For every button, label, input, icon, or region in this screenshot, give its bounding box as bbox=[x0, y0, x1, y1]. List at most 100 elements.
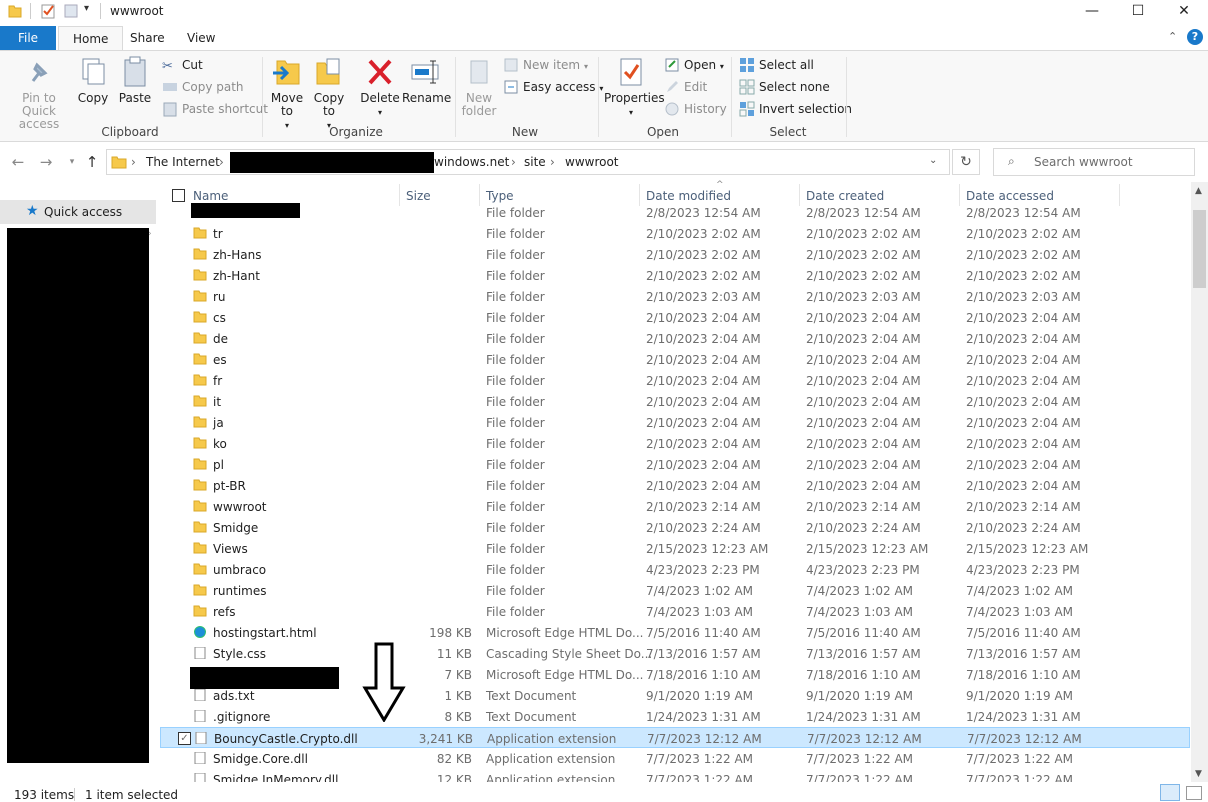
open-button[interactable]: Open ▾ bbox=[664, 55, 724, 75]
file-date-created: 2/10/2023 2:04 AM bbox=[806, 353, 921, 367]
column-name[interactable]: Name bbox=[193, 189, 228, 203]
history-button[interactable]: History bbox=[664, 99, 727, 119]
column-divider[interactable] bbox=[639, 184, 640, 206]
maximize-button[interactable]: ☐ bbox=[1115, 0, 1161, 22]
file-row[interactable]: Smidge File folder 2/10/2023 2:24 AM 2/10/2… bbox=[160, 517, 1190, 538]
file-row[interactable]: es File folder 2/10/2023 2:04 AM 2/10/2023 … bbox=[160, 349, 1190, 370]
cut-button[interactable]: ✂ Cut bbox=[162, 55, 203, 75]
file-row[interactable]: it File folder 2/10/2023 2:04 AM 2/10/2023 … bbox=[160, 391, 1190, 412]
copy-path-button[interactable]: Copy path bbox=[162, 77, 244, 97]
large-icons-view-icon[interactable] bbox=[1186, 786, 1202, 800]
pin-label: Pin to Quick access bbox=[18, 91, 60, 131]
details-view-icon[interactable] bbox=[1160, 784, 1180, 801]
search-input[interactable]: ⌕ Search wwwroot bbox=[993, 148, 1195, 176]
close-button[interactable]: ✕ bbox=[1161, 0, 1207, 22]
tab-share[interactable]: Share bbox=[116, 26, 179, 50]
column-date-modified[interactable]: Date modified bbox=[646, 189, 731, 203]
file-row[interactable]: pl File folder 2/10/2023 2:04 AM 2/10/2023 … bbox=[160, 454, 1190, 475]
column-divider[interactable] bbox=[399, 184, 400, 206]
edit-button[interactable]: Edit bbox=[664, 77, 707, 97]
file-row[interactable]: fr File folder 2/10/2023 2:04 AM 2/10/2023 … bbox=[160, 370, 1190, 391]
tab-home[interactable]: Home bbox=[58, 26, 124, 50]
file-row[interactable]: tr File folder 2/10/2023 2:02 AM 2/10/2023 … bbox=[160, 223, 1190, 244]
file-row[interactable]: umbraco File folder 4/23/2023 2:23 PM 4/23/… bbox=[160, 559, 1190, 580]
column-date-accessed[interactable]: Date accessed bbox=[966, 189, 1054, 203]
select-all-button[interactable]: Select all bbox=[739, 55, 814, 75]
minimize-button[interactable]: — bbox=[1069, 0, 1115, 22]
column-divider[interactable] bbox=[959, 184, 960, 206]
address-bar[interactable]: › The Internet › windows.net › site › ww… bbox=[106, 149, 950, 175]
easy-access-button[interactable]: Easy access ▾ bbox=[503, 77, 603, 97]
properties-quick-icon[interactable] bbox=[40, 3, 56, 19]
breadcrumb-site[interactable]: site bbox=[524, 155, 546, 169]
scroll-up-icon[interactable]: ▲ bbox=[1195, 186, 1202, 196]
tab-file[interactable]: File bbox=[0, 26, 56, 50]
file-row[interactable]: ✓ BouncyCastle.Crypto.dll 3,241 KB Applicat… bbox=[160, 727, 1190, 748]
select-all-checkbox[interactable] bbox=[172, 189, 185, 202]
column-divider[interactable] bbox=[799, 184, 800, 206]
scroll-down-icon[interactable]: ▼ bbox=[1195, 769, 1202, 779]
file-date-created: 7/4/2023 1:03 AM bbox=[806, 605, 914, 619]
copy-button[interactable]: Copy bbox=[76, 55, 110, 105]
file-row[interactable]: cs File folder 2/10/2023 2:04 AM 2/10/2023 … bbox=[160, 307, 1190, 328]
breadcrumb-host[interactable]: windows.net bbox=[434, 155, 509, 169]
file-row[interactable]: ru File folder 2/10/2023 2:03 AM 2/10/2023 … bbox=[160, 286, 1190, 307]
customize-quick-access-icon[interactable]: ▾ bbox=[84, 3, 89, 19]
paste-button[interactable]: Paste bbox=[118, 55, 152, 105]
file-type: File folder bbox=[486, 395, 545, 409]
scissors-icon: ✂ bbox=[162, 59, 173, 74]
column-divider[interactable] bbox=[1119, 184, 1120, 206]
file-row[interactable]: refs File folder 7/4/2023 1:03 AM 7/4/2023 … bbox=[160, 601, 1190, 622]
pin-to-quick-access-button[interactable]: Pin to Quick access bbox=[6, 55, 72, 131]
row-checkbox[interactable]: ✓ bbox=[178, 732, 191, 745]
column-divider[interactable] bbox=[479, 184, 480, 206]
file-row[interactable]: .gitignore 8 KB Text Document 1/24/2023 1:3… bbox=[160, 706, 1190, 727]
new-folder-button[interactable]: New folder bbox=[460, 55, 498, 118]
file-row[interactable]: Smidge.InMemory.dll 12 KB Application exte… bbox=[160, 769, 1190, 782]
file-row[interactable]: ja File folder 2/10/2023 2:04 AM 2/10/2023 … bbox=[160, 412, 1190, 433]
new-folder-quick-icon[interactable] bbox=[64, 3, 78, 19]
up-arrow-icon[interactable]: ↑ bbox=[82, 152, 102, 172]
file-type: File folder bbox=[486, 332, 545, 346]
move-to-button[interactable]: Move to ▾ bbox=[270, 55, 304, 132]
file-row[interactable]: zh-Hant File folder 2/10/2023 2:02 AM 2/10/… bbox=[160, 265, 1190, 286]
delete-button[interactable]: Delete ▾ bbox=[360, 55, 400, 119]
file-row[interactable]: wwwroot File folder 2/10/2023 2:14 AM 2/10/… bbox=[160, 496, 1190, 517]
column-size[interactable]: Size bbox=[406, 189, 431, 203]
select-none-button[interactable]: Select none bbox=[739, 77, 830, 97]
help-icon[interactable]: ? bbox=[1187, 29, 1203, 45]
copy-to-label: Copy to bbox=[313, 91, 345, 118]
file-row[interactable]: Style.css 11 KB Cascading Style Sheet Do..… bbox=[160, 643, 1190, 664]
file-row[interactable]: pt-BR File folder 2/10/2023 2:04 AM 2/10/20… bbox=[160, 475, 1190, 496]
file-row[interactable]: zh-Hans File folder 2/10/2023 2:02 AM 2/10/… bbox=[160, 244, 1190, 265]
back-arrow-icon[interactable]: ← bbox=[8, 152, 28, 172]
file-row[interactable]: Smidge.Core.dll 82 KB Application extensio… bbox=[160, 748, 1190, 769]
breadcrumb-the-internet[interactable]: The Internet bbox=[146, 155, 220, 169]
copy-to-button[interactable]: Copy to ▾ bbox=[312, 55, 346, 132]
tab-view[interactable]: View bbox=[173, 26, 229, 50]
address-history-chevron-icon[interactable]: ⌄ bbox=[929, 155, 937, 166]
new-item-button[interactable]: New item ▾ bbox=[503, 55, 588, 75]
scrollbar-thumb[interactable] bbox=[1193, 210, 1206, 288]
column-type[interactable]: Type bbox=[486, 189, 514, 203]
properties-button[interactable]: Properties ▾ bbox=[604, 55, 665, 119]
file-row[interactable]: runtimes File folder 7/4/2023 1:02 AM 7/4/2… bbox=[160, 580, 1190, 601]
column-date-created[interactable]: Date created bbox=[806, 189, 884, 203]
breadcrumb-wwwroot[interactable]: wwwroot bbox=[565, 155, 619, 169]
rename-button[interactable]: Rename bbox=[402, 55, 451, 105]
file-row[interactable]: hostingstart.html 198 KB Microsoft Edge HT… bbox=[160, 622, 1190, 643]
ribbon-separator bbox=[846, 57, 847, 137]
paste-shortcut-button[interactable]: Paste shortcut bbox=[162, 99, 268, 119]
file-row[interactable]: File folder 2/8/2023 12:54 AM 2/8/2023 12:… bbox=[160, 206, 1190, 223]
forward-arrow-icon[interactable]: → bbox=[36, 152, 56, 172]
nav-item-quick-access[interactable]: ★ Quick access bbox=[0, 200, 156, 224]
file-row[interactable]: de File folder 2/10/2023 2:04 AM 2/10/2023 … bbox=[160, 328, 1190, 349]
invert-selection-button[interactable]: Invert selection bbox=[739, 99, 852, 119]
collapse-ribbon-icon[interactable]: ⌃ bbox=[1168, 30, 1177, 43]
file-date-modified: 2/10/2023 2:04 AM bbox=[646, 395, 761, 409]
file-row[interactable]: ko File folder 2/10/2023 2:04 AM 2/10/2023 … bbox=[160, 433, 1190, 454]
recent-locations-chevron-icon[interactable]: ▾ bbox=[62, 152, 82, 172]
refresh-icon[interactable]: ↻ bbox=[952, 149, 980, 175]
file-row[interactable]: Views File folder 2/15/2023 12:23 AM 2/15/2… bbox=[160, 538, 1190, 559]
pin-icon bbox=[31, 62, 48, 82]
